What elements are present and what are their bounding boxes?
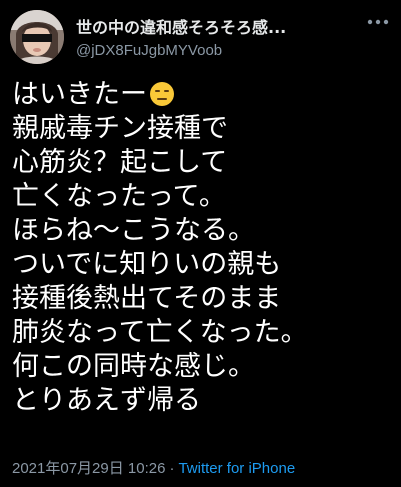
tweet-text-line: とりあえず帰る [12, 385, 201, 416]
tweet-text-line: 亡くなったって。 [12, 181, 226, 212]
tweet: 世の中の違和感そろそろ感... @jDX8FuJgbMYVoob はいきたー 親… [0, 0, 401, 487]
tweet-timestamp[interactable]: 2021年07月29日 10:26 [12, 460, 165, 477]
tweet-text-line: 何この同時な感じ。 [12, 351, 255, 382]
tweet-text-line: はいきたー [12, 78, 397, 112]
expressionless-face-emoji [149, 81, 175, 107]
tweet-footer: 2021年07月29日 10:26 · Twitter for iPhone [12, 457, 295, 478]
user-handle[interactable]: @jDX8FuJgbMYVoob [76, 42, 222, 59]
avatar[interactable] [10, 10, 64, 64]
tweet-text-line: ついでに知りいの親も [12, 249, 282, 280]
tweet-source-link[interactable]: Twitter for iPhone [178, 460, 295, 477]
tweet-header: 世の中の違和感そろそろ感... @jDX8FuJgbMYVoob [10, 10, 395, 66]
tweet-text-line: ほらね〜こうなる。 [12, 215, 255, 246]
tweet-text-line-content: はいきたー [12, 79, 147, 110]
display-name[interactable]: 世の中の違和感そろそろ感... [76, 14, 346, 38]
more-horizontal-icon[interactable] [365, 12, 391, 32]
tweet-text: はいきたー 親戚毒チン接種で 心筋炎？起こして 亡くなったって。 ほらね〜こうな… [12, 78, 397, 418]
profile-photo [10, 10, 64, 64]
tweet-text-line: 親戚毒チン接種で [12, 113, 228, 144]
tweet-text-line: 心筋炎？起こして [12, 147, 228, 178]
tweet-text-line: 肺炎なって亡くなった。 [12, 317, 308, 348]
separator-dot: · [169, 460, 175, 477]
tweet-text-line: 接種後熱出てそのまま [12, 283, 282, 314]
